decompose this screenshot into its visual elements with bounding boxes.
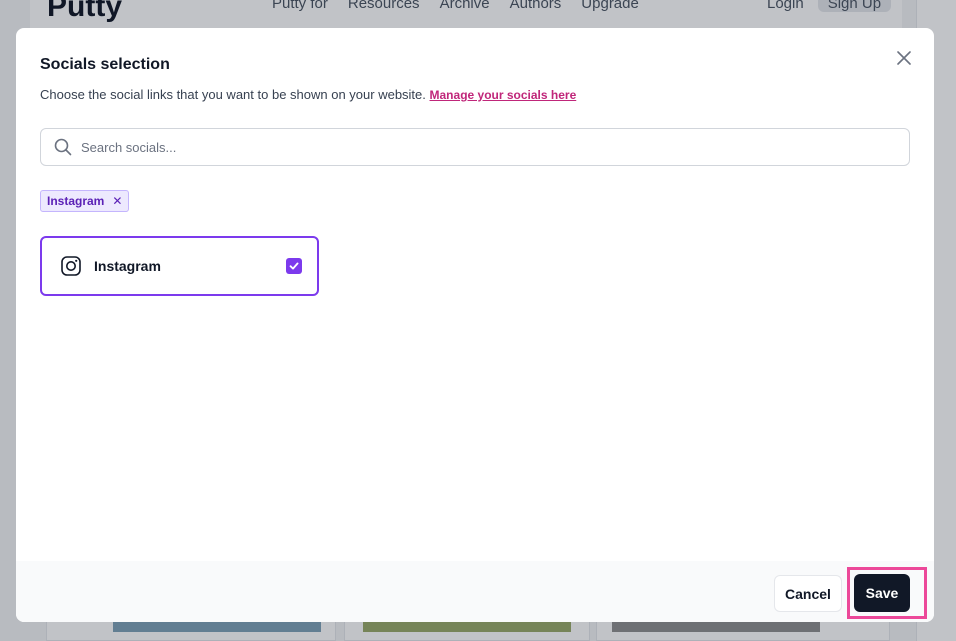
close-button[interactable] — [894, 48, 914, 68]
save-button[interactable]: Save — [854, 574, 910, 612]
modal-title: Socials selection — [40, 56, 170, 73]
manage-socials-link[interactable]: Manage your socials here — [430, 88, 577, 102]
close-icon — [897, 51, 911, 65]
tag-remove-icon[interactable]: ✕ — [112, 195, 122, 207]
social-option-instagram[interactable]: Instagram — [40, 236, 319, 296]
modal-description: Choose the social links that you want to… — [40, 87, 576, 102]
description-text: Choose the social links that you want to… — [40, 87, 426, 102]
social-option-label: Instagram — [94, 258, 161, 274]
search-input[interactable] — [81, 139, 881, 155]
tag-label: Instagram — [47, 194, 105, 208]
socials-selection-modal: Socials selection Choose the social link… — [16, 28, 934, 622]
instagram-icon — [60, 255, 82, 277]
selected-tag-instagram: Instagram ✕ — [40, 190, 130, 212]
cancel-button[interactable]: Cancel — [774, 575, 842, 612]
modal-footer: Cancel Save — [16, 561, 934, 622]
social-option-checkbox[interactable] — [286, 258, 302, 274]
search-icon — [54, 138, 72, 156]
checkmark-icon — [289, 262, 299, 270]
search-box — [40, 128, 910, 166]
